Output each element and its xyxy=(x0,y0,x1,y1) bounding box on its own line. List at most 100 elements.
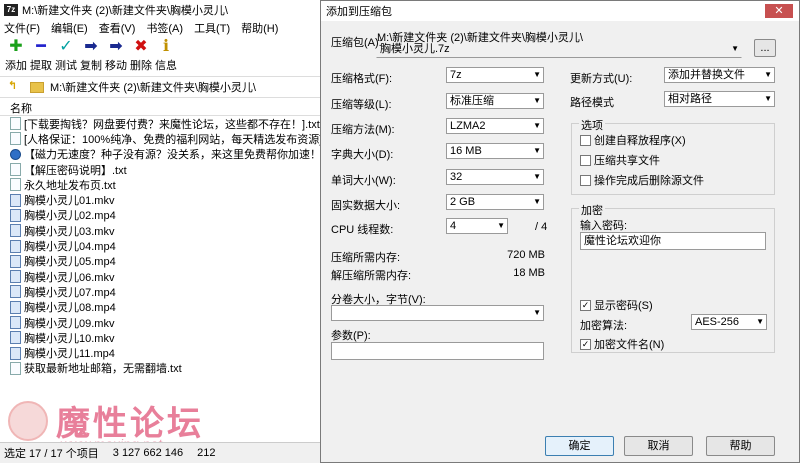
enc-method-select[interactable]: AES-256 ▼ xyxy=(691,314,767,330)
check-icon: ✓ xyxy=(59,38,73,55)
toolbar-info-button[interactable]: ℹ 信息 xyxy=(154,37,178,75)
enc-method-value: AES-256 xyxy=(695,316,740,328)
ok-button[interactable]: 确定 xyxy=(545,436,614,456)
split-select[interactable]: ▼ xyxy=(331,305,544,321)
file-row[interactable]: 胸模小灵儿05.mp4 xyxy=(0,254,330,269)
sfx-label: 创建自释放程序(X) xyxy=(594,135,686,147)
checkbox-checked-icon: ✓ xyxy=(580,338,591,350)
file-row[interactable]: 胸模小灵儿03.mkv xyxy=(0,223,330,238)
toolbar-test-label: 测试 xyxy=(55,60,77,72)
solid-label: 固实数据大小: xyxy=(331,200,401,212)
file-row[interactable]: 胸模小灵儿07.mp4 xyxy=(0,284,330,299)
toolbar-delete-button[interactable]: ✖ 删除 xyxy=(129,37,153,75)
toolbar-move-button[interactable]: ➡ 移动 xyxy=(104,37,128,75)
chevron-down-icon: ▼ xyxy=(533,96,541,105)
fm-title-text: M:\新建文件夹 (2)\新建文件夹\胸模小灵儿\ xyxy=(22,4,228,17)
file-row[interactable]: 胸模小灵儿06.mkv xyxy=(0,269,330,284)
text-file-icon xyxy=(10,361,21,375)
toolbar-test-button[interactable]: ✓ 测试 xyxy=(54,37,78,75)
text-file-icon xyxy=(10,163,21,177)
path-mode-value: 相对路径 xyxy=(668,93,712,105)
file-row[interactable]: 获取最新地址邮箱，无需翻墙.txt xyxy=(0,361,330,376)
file-row[interactable]: 永久地址发布页.txt xyxy=(0,177,330,192)
menu-file[interactable]: 文件(F) xyxy=(4,20,40,36)
menu-help[interactable]: 帮助(H) xyxy=(241,20,278,36)
file-name: [人格保证：100%纯净、免费的福利网站，每天精选发布资源].txt xyxy=(24,133,330,146)
cancel-button[interactable]: 取消 xyxy=(624,436,693,456)
menu-bookmarks[interactable]: 书签(A) xyxy=(146,20,183,36)
chevron-down-icon: ▼ xyxy=(533,172,541,181)
format-label: 压缩格式(F): xyxy=(331,73,393,85)
toolbar-copy-button[interactable]: ➡ 复制 xyxy=(79,37,103,75)
file-name: 【解压密码说明】.txt xyxy=(24,164,127,177)
solid-select[interactable]: 2 GB ▼ xyxy=(446,194,544,210)
update-select[interactable]: 添加并替换文件 ▼ xyxy=(664,67,775,83)
archive-name-combo[interactable]: 胸模小灵儿.7z ▼ xyxy=(376,41,742,58)
menu-edit[interactable]: 编辑(E) xyxy=(51,20,88,36)
params-input[interactable] xyxy=(331,342,544,360)
word-select[interactable]: 32 ▼ xyxy=(446,169,544,185)
encrypt-filenames-checkbox[interactable]: ✓ 加密文件名(N) xyxy=(580,336,664,352)
password-input[interactable]: 魔性论坛欢迎你 xyxy=(580,232,766,250)
enc-method-label: 加密算法: xyxy=(580,320,628,332)
file-row[interactable]: 胸模小灵儿10.mkv xyxy=(0,330,330,345)
arrow-right-icon: ➡ xyxy=(84,38,98,55)
toolbar-extract-label: 提取 xyxy=(30,60,52,72)
file-row[interactable]: [人格保证：100%纯净、免费的福利网站，每天精选发布资源].txt xyxy=(0,131,330,146)
file-row[interactable]: 胸模小灵儿02.mp4 xyxy=(0,208,330,223)
cpu-label: CPU 线程数: xyxy=(331,224,394,236)
method-select[interactable]: LZMA2 ▼ xyxy=(446,118,544,134)
sfx-checkbox[interactable]: 创建自释放程序(X) xyxy=(580,132,686,148)
file-name: 胸模小灵儿04.mp4 xyxy=(24,241,116,254)
browse-button[interactable]: ... xyxy=(754,39,776,57)
path-mode-select[interactable]: 相对路径 ▼ xyxy=(664,91,775,107)
video-file-icon xyxy=(10,316,21,329)
7zip-app-icon: 7z xyxy=(4,3,18,16)
file-row[interactable]: 胸模小灵儿04.mp4 xyxy=(0,238,330,253)
toolbar-info-label: 信息 xyxy=(155,60,177,72)
up-folder-icon[interactable]: ↰ xyxy=(8,79,24,95)
close-button[interactable]: ✕ xyxy=(765,4,793,18)
fm-menu-bar: 文件(F) 编辑(E) 查看(V) 书签(A) 工具(T) 帮助(H) xyxy=(0,19,329,37)
chevron-down-icon: ▼ xyxy=(497,221,505,230)
show-password-checkbox[interactable]: ✓ 显示密码(S) xyxy=(580,297,653,313)
fm-address-bar[interactable]: ↰ M:\新建文件夹 (2)\新建文件夹\胸模小灵儿\ xyxy=(0,76,330,98)
mem-decomp-label: 解压缩所需内存: xyxy=(331,270,412,282)
delete-source-checkbox[interactable]: 操作完成后删除源文件 xyxy=(580,172,704,188)
word-label: 单词大小(W): xyxy=(331,175,396,187)
file-row[interactable]: [下载要掏钱？网盘要付费？来魔性论坛，这些都不存在！].txt xyxy=(0,116,330,131)
help-button[interactable]: 帮助 xyxy=(706,436,775,456)
file-row[interactable]: 胸模小灵儿09.mkv xyxy=(0,315,330,330)
toolbar-add-label: 添加 xyxy=(5,60,27,72)
column-header-name[interactable]: 名称 xyxy=(0,98,330,116)
cpu-select[interactable]: 4 ▼ xyxy=(446,218,508,234)
toolbar-extract-button[interactable]: ━ 提取 xyxy=(29,37,53,75)
chevron-down-icon: ▼ xyxy=(756,317,764,326)
file-row[interactable]: 胸模小灵儿01.mkv xyxy=(0,192,330,207)
dialog-title: 添加到压缩包 xyxy=(326,6,392,18)
file-name: 永久地址发布页.txt xyxy=(24,179,116,192)
mem-decomp-value: 18 MB xyxy=(513,267,545,279)
file-row[interactable]: 【磁力无速度？种子没有源？没关系，来这里免费帮你加速！】.url xyxy=(0,147,330,162)
file-row[interactable]: 胸模小灵儿08.mp4 xyxy=(0,300,330,315)
file-row[interactable]: 胸模小灵儿11.mp4 xyxy=(0,345,330,360)
fm-title-bar: 7z M:\新建文件夹 (2)\新建文件夹\胸模小灵儿\ xyxy=(0,0,329,19)
delete-icon: ✖ xyxy=(134,38,148,55)
menu-tools[interactable]: 工具(T) xyxy=(194,20,230,36)
chevron-down-icon: ▼ xyxy=(533,70,541,79)
dict-select[interactable]: 16 MB ▼ xyxy=(446,143,544,159)
menu-view[interactable]: 查看(V) xyxy=(99,20,136,36)
toolbar-add-button[interactable]: ✚ 添加 xyxy=(4,37,28,75)
file-name: 胸模小灵儿10.mkv xyxy=(24,332,115,345)
level-label: 压缩等级(L): xyxy=(331,99,392,111)
encryption-title: 加密 xyxy=(579,202,605,218)
file-manager-window: 7z M:\新建文件夹 (2)\新建文件夹\胸模小灵儿\ 文件(F) 编辑(E)… xyxy=(0,0,330,463)
file-row[interactable]: 【解压密码说明】.txt xyxy=(0,162,330,177)
file-name: 胸模小灵儿01.mkv xyxy=(24,195,115,208)
format-select[interactable]: 7z ▼ xyxy=(446,67,544,83)
level-select[interactable]: 标准压缩 ▼ xyxy=(446,93,544,109)
fm-status-bar: 选定 17 / 17 个项目 3 127 662 146 212 xyxy=(0,442,330,463)
watermark: 魔性论坛 www.moxing.net xyxy=(8,396,204,452)
shared-checkbox[interactable]: 压缩共享文件 xyxy=(580,152,660,168)
text-file-icon xyxy=(10,132,21,146)
